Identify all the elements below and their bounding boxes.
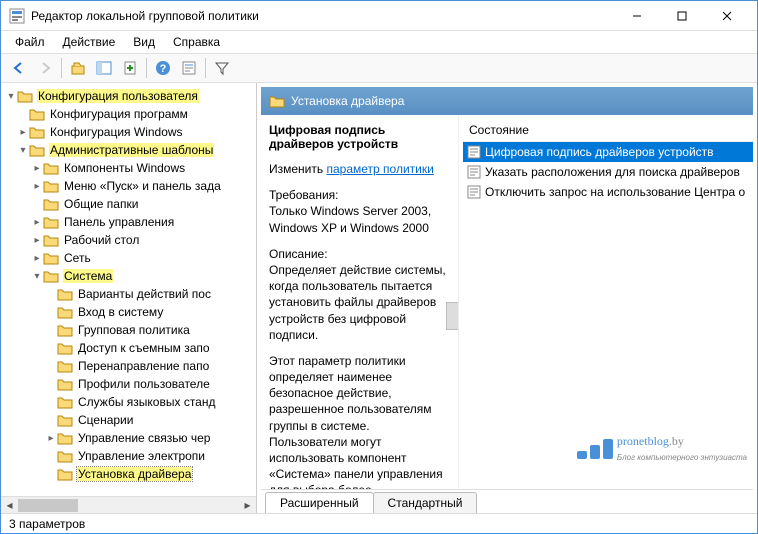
back-button[interactable] — [7, 56, 31, 80]
show-hide-tree-button[interactable] — [92, 56, 116, 80]
view-tabs: Расширенный Стандартный — [261, 489, 753, 513]
folder-icon — [57, 305, 73, 319]
folder-icon — [43, 233, 59, 247]
tree-node[interactable]: Конфигурация программ — [49, 107, 189, 121]
tree-horizontal-scrollbar[interactable]: ◂▸ — [1, 496, 256, 513]
tree-node[interactable]: Управление электропи — [77, 449, 206, 463]
policy-row-selected[interactable]: Цифровая подпись драйверов устройств — [463, 142, 753, 162]
tree-node[interactable]: Перенаправление папо — [77, 359, 210, 373]
folder-icon — [43, 215, 59, 229]
properties-button[interactable] — [177, 56, 201, 80]
tree-node[interactable]: Вход в систему — [77, 305, 164, 319]
description-pane: Цифровая подпись драйверов устройств Изм… — [261, 115, 459, 489]
forward-button[interactable] — [33, 56, 57, 80]
toolbar: ? — [1, 53, 757, 83]
menu-help[interactable]: Справка — [165, 33, 228, 51]
folder-icon — [57, 431, 73, 445]
watermark: pronetblog.by Блог компьютерного энтузиа… — [577, 434, 747, 463]
folder-icon — [57, 341, 73, 355]
tab-standard[interactable]: Стандартный — [373, 492, 478, 513]
tree-node[interactable]: Управление связью чер — [77, 431, 211, 445]
folder-icon — [57, 449, 73, 463]
edit-label: Изменить — [269, 162, 323, 176]
statusbar: 3 параметров — [1, 513, 757, 533]
navigation-tree[interactable]: ▾Конфигурация пользователя Конфигурация … — [1, 83, 256, 496]
policy-icon — [467, 145, 481, 159]
tree-node-driver-install[interactable]: Установка драйвера — [77, 467, 192, 481]
export-button[interactable] — [118, 56, 142, 80]
window-title: Редактор локальной групповой политики — [31, 9, 614, 23]
maximize-button[interactable] — [659, 2, 704, 30]
tree-node[interactable]: Рабочий стол — [63, 233, 140, 247]
menu-action[interactable]: Действие — [55, 33, 124, 51]
tree-node[interactable]: Службы языковых станд — [77, 395, 216, 409]
tree-node[interactable]: Сеть — [63, 251, 92, 265]
folder-icon — [269, 94, 285, 108]
policy-row-label: Указать расположения для поиска драйверо… — [485, 165, 740, 179]
description-scroll-indicator[interactable] — [446, 302, 459, 330]
tree-node-system[interactable]: Система — [63, 269, 113, 283]
policy-icon — [467, 185, 481, 199]
menubar: Файл Действие Вид Справка — [1, 31, 757, 53]
folder-icon — [29, 107, 45, 121]
folder-icon — [29, 143, 45, 157]
menu-file[interactable]: Файл — [7, 33, 53, 51]
policy-row[interactable]: Отключить запрос на использование Центра… — [463, 182, 753, 202]
status-text: 3 параметров — [9, 517, 85, 531]
folder-icon — [43, 197, 59, 211]
column-header-state[interactable]: Состояние — [463, 119, 753, 142]
policy-icon — [467, 165, 481, 179]
policy-row-label: Цифровая подпись драйверов устройств — [485, 145, 714, 159]
description-text: Определяет действие системы, когда польз… — [269, 263, 446, 342]
details-header: Установка драйвера — [261, 87, 753, 115]
folder-icon — [43, 269, 59, 283]
requirements-text: Только Windows Server 2003, Windows XP и… — [269, 204, 431, 234]
requirements-heading: Требования: — [269, 188, 339, 202]
tree-node[interactable]: Компоненты Windows — [63, 161, 186, 175]
folder-icon — [57, 413, 73, 427]
minimize-button[interactable] — [614, 2, 659, 30]
edit-policy-link[interactable]: параметр политики — [326, 162, 433, 176]
menu-view[interactable]: Вид — [125, 33, 163, 51]
description-heading: Описание: — [269, 247, 328, 261]
tree-node[interactable]: Общие папки — [63, 197, 139, 211]
tree-node[interactable]: Сценарии — [77, 413, 134, 427]
selected-policy-title: Цифровая подпись драйверов устройств — [269, 123, 448, 151]
up-button[interactable] — [66, 56, 90, 80]
description-text-2: Этот параметр политики определяет наимен… — [269, 354, 443, 489]
folder-icon — [57, 359, 73, 373]
folder-icon — [57, 395, 73, 409]
details-header-title: Установка драйвера — [291, 94, 404, 108]
tree-node[interactable]: Меню «Пуск» и панель зада — [63, 179, 222, 193]
help-button[interactable]: ? — [151, 56, 175, 80]
policy-row-label: Отключить запрос на использование Центра… — [485, 185, 745, 199]
tab-extended[interactable]: Расширенный — [265, 492, 374, 513]
folder-icon — [57, 377, 73, 391]
tree-node-admin-templates[interactable]: Административные шаблоны — [49, 143, 214, 157]
tree-node[interactable]: Доступ к съемным запо — [77, 341, 211, 355]
tree-node-user-config[interactable]: Конфигурация пользователя — [37, 89, 199, 103]
folder-icon — [43, 179, 59, 193]
folder-icon — [57, 323, 73, 337]
filter-button[interactable] — [210, 56, 234, 80]
titlebar: Редактор локальной групповой политики — [1, 1, 757, 31]
folder-icon — [57, 287, 73, 301]
tree-node[interactable]: Конфигурация Windows — [49, 125, 184, 139]
tree-node[interactable]: Групповая политика — [77, 323, 191, 337]
policy-row[interactable]: Указать расположения для поиска драйверо… — [463, 162, 753, 182]
close-button[interactable] — [704, 2, 749, 30]
folder-icon — [43, 251, 59, 265]
app-icon — [9, 8, 25, 24]
tree-node[interactable]: Панель управления — [63, 215, 175, 229]
tree-node[interactable]: Варианты действий пос — [77, 287, 212, 301]
tree-pane: ▾Конфигурация пользователя Конфигурация … — [1, 83, 257, 513]
folder-icon — [43, 161, 59, 175]
tree-node[interactable]: Профили пользователе — [77, 377, 211, 391]
folder-icon — [57, 467, 73, 481]
svg-text:?: ? — [160, 63, 167, 75]
folder-icon — [17, 89, 33, 103]
policy-list-pane: Состояние Цифровая подпись драйверов уст… — [459, 115, 753, 489]
folder-icon — [29, 125, 45, 139]
